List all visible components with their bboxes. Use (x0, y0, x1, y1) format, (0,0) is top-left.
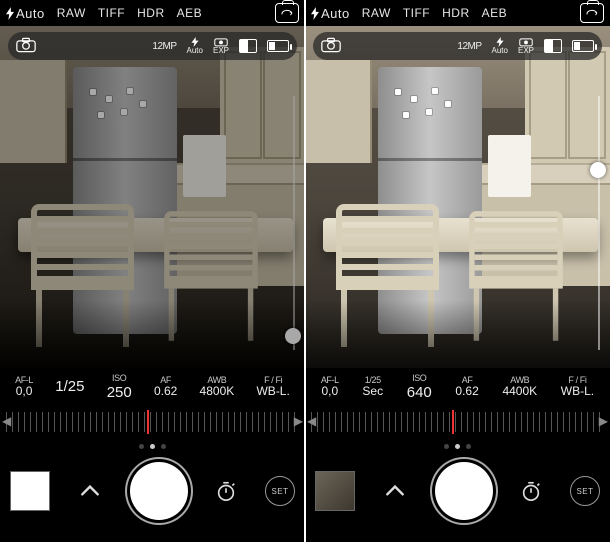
flash-mode[interactable]: Auto (6, 6, 45, 21)
param-wb[interactable]: AWB4400K (502, 375, 537, 399)
exposure-mode-icon[interactable]: EXP (518, 37, 534, 55)
hdr-toggle[interactable]: HDR (442, 6, 470, 20)
page-dots (0, 444, 305, 449)
param-shutter[interactable]: 1/25Sec (362, 375, 383, 399)
flash-auto-icon[interactable]: Auto (187, 37, 203, 55)
param-af[interactable]: AF0.62 (455, 375, 478, 399)
top-bar: Auto RAW TIFF HDR AEB (0, 0, 305, 26)
megapixel-label: 12MP (152, 41, 176, 52)
param-wb[interactable]: AWB4800K (200, 375, 235, 399)
switch-camera-icon[interactable] (580, 3, 604, 23)
exposure-mode-icon[interactable]: EXP (213, 37, 229, 55)
flash-auto-icon[interactable]: Auto (492, 37, 508, 55)
switch-camera-icon[interactable] (275, 3, 299, 23)
battery-icon (572, 40, 594, 52)
param-filter[interactable]: F / FiWB-L. (256, 375, 289, 399)
param-af-lock[interactable]: AF-L0,0 (15, 375, 33, 399)
shutter-button[interactable] (130, 462, 188, 520)
param-af[interactable]: AF0.62 (154, 375, 177, 399)
status-pill: 12MP Auto EXP (313, 32, 602, 60)
megapixel-label: 12MP (457, 41, 481, 52)
hdr-toggle[interactable]: HDR (137, 6, 165, 20)
self-timer-icon[interactable] (517, 477, 545, 505)
page-dots (305, 444, 610, 449)
bottom-bar: SET (0, 440, 305, 542)
gallery-thumbnail[interactable] (10, 471, 50, 511)
storage-icon (239, 39, 257, 53)
self-timer-icon[interactable] (212, 477, 240, 505)
camera-icon[interactable] (321, 37, 341, 55)
settings-button[interactable]: SET (570, 476, 600, 506)
aeb-toggle[interactable]: AEB (482, 6, 508, 20)
gallery-thumbnail[interactable] (315, 471, 355, 511)
battery-icon (267, 40, 289, 52)
flash-mode[interactable]: Auto (311, 6, 350, 21)
viewfinder[interactable] (305, 26, 610, 368)
storage-icon (544, 39, 562, 53)
mode-up-button[interactable] (380, 476, 410, 506)
mode-up-button[interactable] (75, 476, 105, 506)
value-ruler[interactable] (0, 408, 305, 436)
camera-screen-left: Auto RAW TIFF HDR AEB 12MP Auto EXP (0, 0, 305, 542)
camera-screen-right: Auto RAW TIFF HDR AEB 12MP Auto EXP (305, 0, 610, 542)
tiff-toggle[interactable]: TIFF (403, 6, 430, 20)
aeb-toggle[interactable]: AEB (177, 6, 203, 20)
pane-divider (304, 0, 306, 542)
tiff-toggle[interactable]: TIFF (98, 6, 125, 20)
param-af-lock[interactable]: AF-L0,0 (321, 375, 339, 399)
param-filter[interactable]: F / FiWB-L. (561, 375, 594, 399)
bottom-bar: SET (305, 440, 610, 542)
exposure-slider[interactable] (598, 96, 600, 350)
param-shutter[interactable]: 1/25 (55, 378, 84, 395)
viewfinder[interactable] (0, 26, 305, 368)
raw-toggle[interactable]: RAW (57, 6, 86, 20)
parameter-row: AF-L0,0 1/25Sec ISO640 AF0.62 AWB4400K F… (305, 370, 610, 404)
status-pill: 12MP Auto EXP (8, 32, 297, 60)
exposure-slider[interactable] (293, 96, 295, 350)
param-iso[interactable]: ISO640 (407, 373, 432, 401)
raw-toggle[interactable]: RAW (362, 6, 391, 20)
camera-icon[interactable] (16, 37, 36, 55)
settings-button[interactable]: SET (265, 476, 295, 506)
exposure-slider-handle[interactable] (590, 162, 606, 178)
parameter-row: AF-L0,0 1/25 ISO250 AF0.62 AWB4800K F / … (0, 370, 305, 404)
value-ruler[interactable] (305, 408, 610, 436)
shutter-button[interactable] (435, 462, 493, 520)
top-bar: Auto RAW TIFF HDR AEB (305, 0, 610, 26)
param-iso[interactable]: ISO250 (107, 373, 132, 401)
